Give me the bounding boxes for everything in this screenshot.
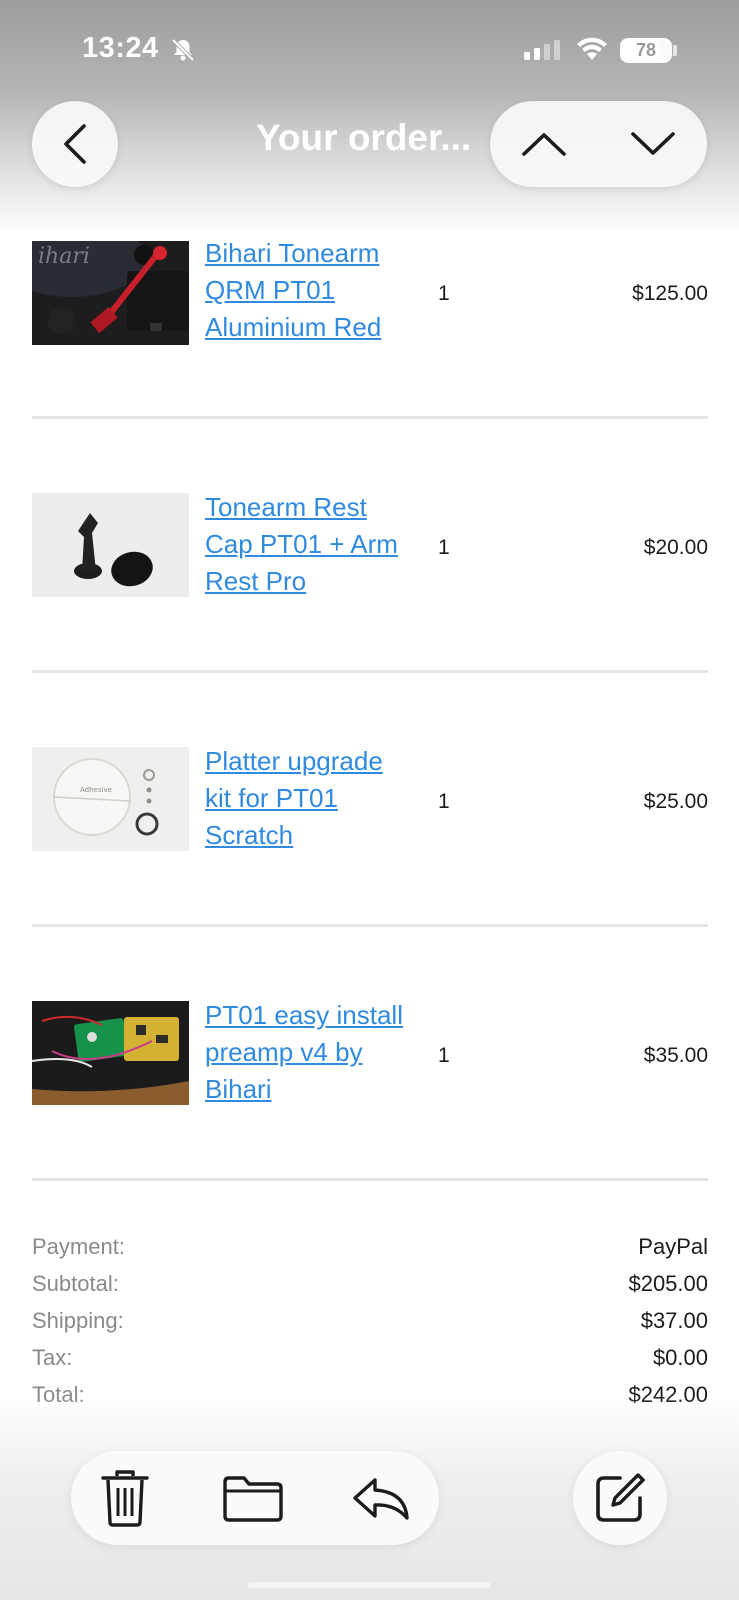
- product-image-tonearm[interactable]: ihari: [32, 241, 189, 345]
- chevron-up-icon: [522, 133, 567, 156]
- folder-icon: [223, 1476, 283, 1522]
- message-navigation: [490, 101, 707, 187]
- product-title-line: PT01 easy install: [205, 1000, 403, 1030]
- battery-indicator: 78: [620, 38, 672, 63]
- trash-icon: [101, 1470, 149, 1527]
- status-time: 13:24: [82, 32, 159, 64]
- reply-button[interactable]: [348, 1465, 414, 1531]
- chevron-down-icon: [630, 132, 675, 155]
- next-message-button[interactable]: [608, 101, 698, 187]
- bell-slash-icon: [171, 38, 195, 62]
- summary-value: PayPal: [638, 1234, 708, 1259]
- product-title-line: Tonearm Rest: [205, 492, 367, 522]
- product-title-line: Scratch: [205, 820, 294, 850]
- delete-button[interactable]: [92, 1465, 158, 1531]
- arm-rest-illustration: [32, 493, 189, 597]
- product-quantity: 1: [438, 1044, 450, 1067]
- message-toolbar: [71, 1451, 439, 1545]
- page-title: Your order...: [256, 117, 472, 158]
- turntable-illustration: ihari: [32, 241, 189, 345]
- summary-value: $0.00: [652, 1345, 708, 1370]
- top-bar: 13:24 78 Your order...: [0, 0, 739, 235]
- product-quantity: 1: [438, 282, 450, 305]
- product-quantity: 1: [438, 790, 450, 813]
- summary-label: Payment:: [32, 1234, 125, 1259]
- back-button[interactable]: [32, 101, 118, 187]
- battery-cap: [673, 45, 677, 56]
- product-image-preamp[interactable]: [32, 1001, 189, 1105]
- summary-label: Subtotal:: [32, 1271, 119, 1296]
- mail-message-screen: 13:24 78 Your order... ihari Bihari Tone…: [0, 0, 739, 1600]
- product-quantity: 1: [438, 536, 450, 559]
- reply-icon: [353, 1478, 409, 1520]
- previous-message-button[interactable]: [499, 101, 589, 187]
- product-image-arm-rest[interactable]: [32, 493, 189, 597]
- order-item: Adhesive Platter upgrade kit for PT01 Sc…: [32, 674, 708, 927]
- product-price: $20.00: [643, 536, 708, 559]
- platter-kit-illustration: Adhesive: [32, 747, 189, 851]
- product-link[interactable]: PT01 easy install preamp v4 by Bihari: [205, 997, 425, 1108]
- summary-row-subtotal: Subtotal: $205.00: [32, 1271, 708, 1308]
- product-title-line: Bihari: [205, 1074, 272, 1104]
- product-title-line: Rest Pro: [205, 566, 307, 596]
- product-image-platter-kit[interactable]: Adhesive: [32, 747, 189, 851]
- product-title-line: preamp v4 by: [205, 1037, 363, 1067]
- summary-row-tax: Tax: $0.00: [32, 1345, 708, 1382]
- product-title-line: QRM PT01: [205, 275, 336, 305]
- product-title-line: kit for PT01: [205, 783, 338, 813]
- preamp-illustration: [32, 1001, 189, 1105]
- product-link[interactable]: Platter upgrade kit for PT01 Scratch: [205, 743, 425, 854]
- summary-value: $37.00: [640, 1308, 708, 1333]
- home-indicator[interactable]: [248, 1582, 491, 1588]
- product-price: $25.00: [643, 790, 708, 813]
- product-title-line: Aluminium Red: [205, 312, 382, 342]
- summary-label: Shipping:: [32, 1308, 124, 1333]
- compose-icon: [596, 1473, 645, 1522]
- summary-label: Tax:: [32, 1345, 73, 1370]
- product-link[interactable]: Tonearm Rest Cap PT01 + Arm Rest Pro: [205, 489, 425, 600]
- summary-row-shipping: Shipping: $37.00: [32, 1308, 708, 1345]
- product-price: $35.00: [643, 1044, 708, 1067]
- svg-text:ihari: ihari: [38, 244, 90, 269]
- product-title-line: Cap PT01 + Arm: [205, 529, 398, 559]
- move-to-folder-button[interactable]: [220, 1465, 286, 1531]
- product-title-line: Platter upgrade: [205, 746, 383, 776]
- order-item: Tonearm Rest Cap PT01 + Arm Rest Pro 1 $…: [32, 420, 708, 673]
- cellular-signal-icon: [524, 40, 560, 60]
- chevron-left-icon: [64, 124, 86, 164]
- wifi-icon: [577, 37, 607, 60]
- product-link[interactable]: Bihari Tonearm QRM PT01 Aluminium Red: [205, 235, 425, 346]
- adhesive-label: Adhesive: [80, 786, 112, 794]
- summary-row-payment: Payment: PayPal: [32, 1234, 708, 1271]
- compose-button[interactable]: [573, 1451, 667, 1545]
- order-item: PT01 easy install preamp v4 by Bihari 1 …: [32, 928, 708, 1181]
- battery-percentage: 78: [635, 40, 657, 60]
- product-price: $125.00: [632, 282, 708, 305]
- summary-value: $205.00: [628, 1271, 708, 1296]
- product-title-line: Bihari Tonearm: [205, 238, 380, 268]
